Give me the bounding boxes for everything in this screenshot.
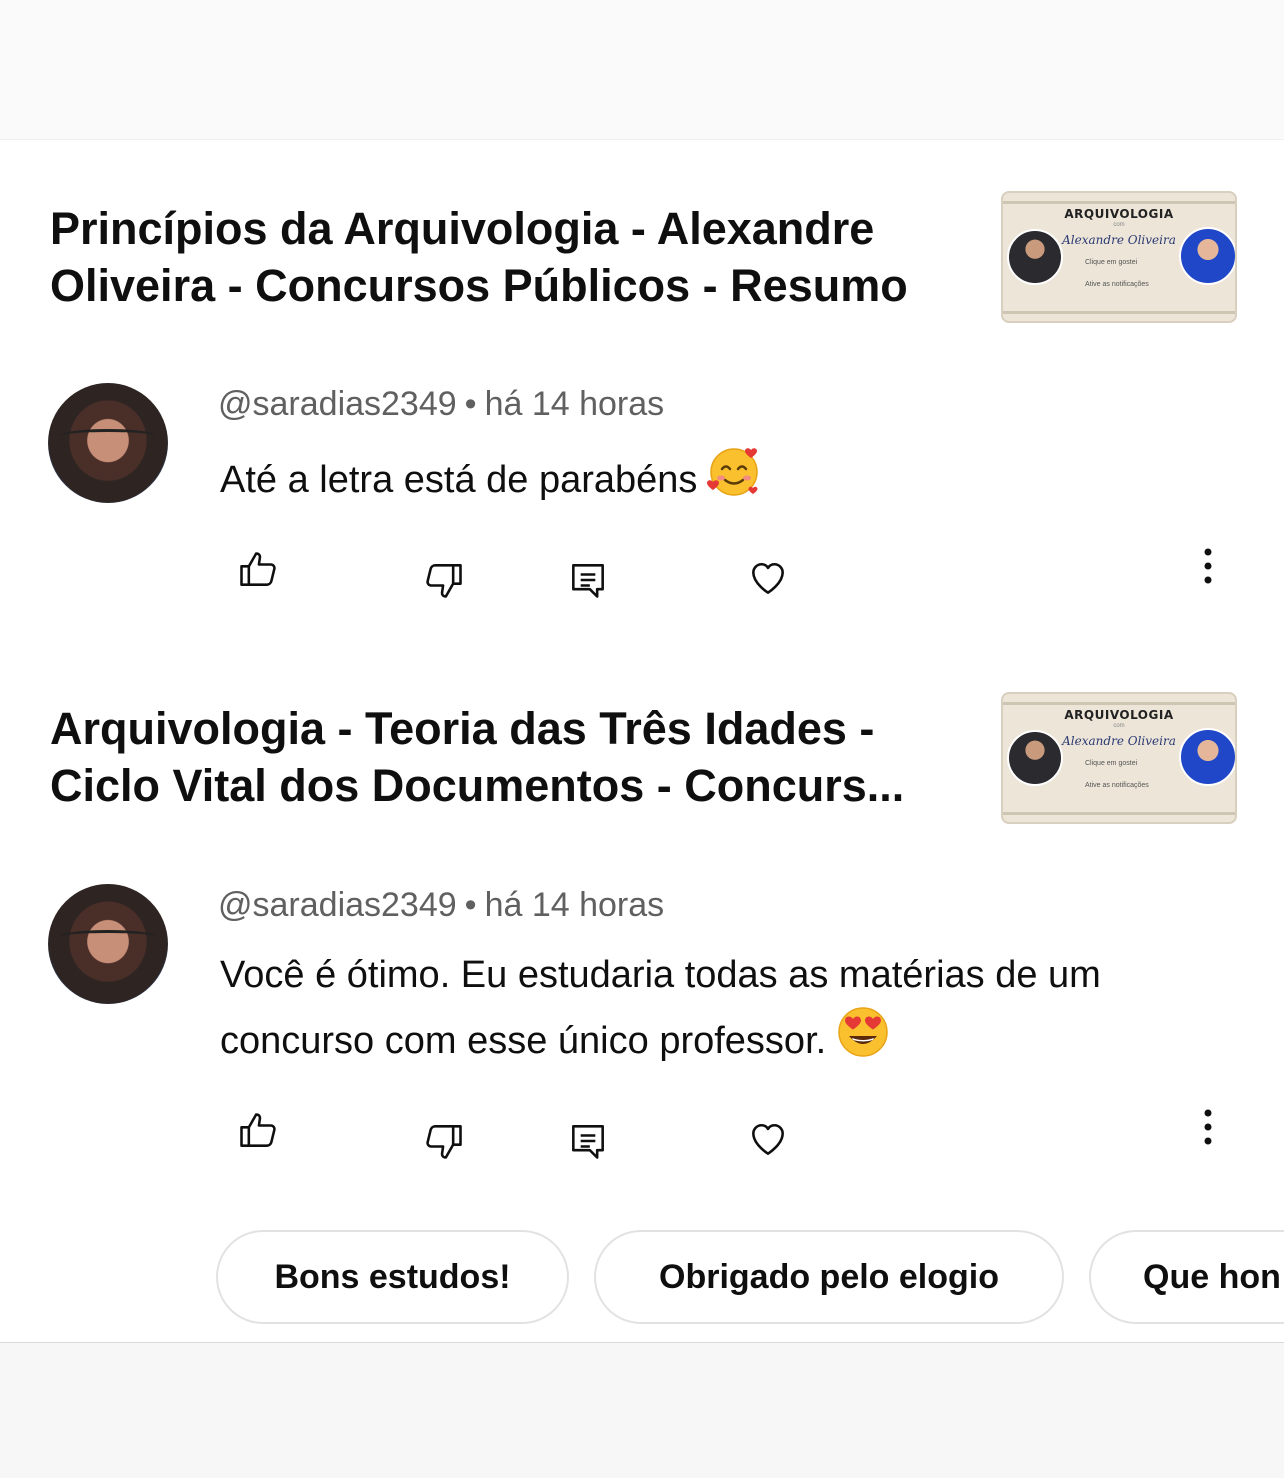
- thumbs-up-icon: [240, 1113, 276, 1147]
- heart-button[interactable]: [740, 1111, 796, 1167]
- video-thumbnail[interactable]: ARQUIVOLOGIA com Alexandre Oliveira Cliq…: [1001, 191, 1237, 323]
- reply-button[interactable]: [560, 552, 616, 608]
- video-title[interactable]: Princípios da Arquivologia - Alexandre O…: [50, 200, 980, 314]
- more-options-button[interactable]: [1190, 542, 1226, 590]
- comment-time: há 14 horas: [484, 886, 665, 924]
- heart-icon: [752, 1123, 784, 1155]
- heart-button[interactable]: [740, 550, 796, 606]
- suggested-reply-chip[interactable]: Obrigado pelo elogio: [594, 1230, 1064, 1324]
- thumbs-down-icon: [426, 564, 462, 598]
- comment-meta: @saradias2349 • há 14 horas: [218, 885, 664, 925]
- avatar[interactable]: [48, 884, 168, 1004]
- top-bar: [0, 0, 1284, 140]
- heart-icon: [752, 562, 784, 594]
- bottom-area: [0, 1342, 1284, 1478]
- suggested-reply-chip[interactable]: Bons estudos!: [216, 1230, 569, 1324]
- thumb-photo-right: [1179, 227, 1235, 285]
- comment-meta: @saradias2349 • há 14 horas: [218, 384, 664, 424]
- comment-text: Você é ótimo. Eu estudaria todas as maté…: [220, 945, 1240, 1077]
- thumb-rule: [1003, 812, 1235, 815]
- comment-author[interactable]: @saradias2349: [218, 886, 457, 924]
- thumb-photo-left: [1007, 229, 1063, 285]
- meta-separator: •: [464, 886, 477, 924]
- avatar-glasses: [60, 930, 156, 944]
- video-thumbnail[interactable]: ARQUIVOLOGIA com Alexandre Oliveira Cliq…: [1001, 692, 1237, 824]
- smiling-face-with-hearts-icon: [707, 444, 761, 516]
- thumb-photo-right: [1179, 728, 1235, 786]
- thumb-like-text: Clique em gostei: [1085, 760, 1138, 767]
- video-title[interactable]: Arquivologia - Teoria das Três Idades - …: [50, 700, 980, 814]
- heart-eyes-icon: [836, 1005, 890, 1077]
- reply-button[interactable]: [560, 1113, 616, 1169]
- more-vert-icon: [1204, 1109, 1212, 1145]
- thumb-bell-text: Ative as notificações: [1085, 281, 1149, 288]
- more-vert-icon: [1204, 548, 1212, 584]
- comment-time: há 14 horas: [484, 385, 665, 423]
- more-options-button[interactable]: [1190, 1103, 1226, 1151]
- comment-body: Você é ótimo. Eu estudaria todas as maté…: [220, 954, 1101, 1062]
- thumb-rule: [1003, 311, 1235, 314]
- reply-icon: [572, 564, 604, 598]
- thumb-like-text: Clique em gostei: [1085, 259, 1138, 266]
- reply-icon: [572, 1125, 604, 1159]
- thumb-bell-text: Ative as notificações: [1085, 782, 1149, 789]
- thumb-photo-left: [1007, 730, 1063, 786]
- thumb-rule: [1003, 201, 1235, 204]
- avatar[interactable]: [48, 383, 168, 503]
- thumb-title: ARQUIVOLOGIA: [1064, 207, 1174, 221]
- like-button[interactable]: [230, 1103, 286, 1159]
- thumbs-up-icon: [240, 552, 276, 586]
- thumbs-down-icon: [426, 1125, 462, 1159]
- meta-separator: •: [464, 385, 477, 423]
- comment-text: Até a letra está de parabéns: [220, 444, 1240, 516]
- thumb-rule: [1003, 702, 1235, 705]
- like-button[interactable]: [230, 542, 286, 598]
- dislike-button[interactable]: [416, 552, 472, 608]
- dislike-button[interactable]: [416, 1113, 472, 1169]
- comment-author[interactable]: @saradias2349: [218, 385, 457, 423]
- thumb-title: ARQUIVOLOGIA: [1064, 708, 1174, 722]
- avatar-glasses: [60, 429, 156, 443]
- comment-body: Até a letra está de parabéns: [220, 459, 698, 501]
- suggested-reply-chip[interactable]: Que hon: [1089, 1230, 1284, 1324]
